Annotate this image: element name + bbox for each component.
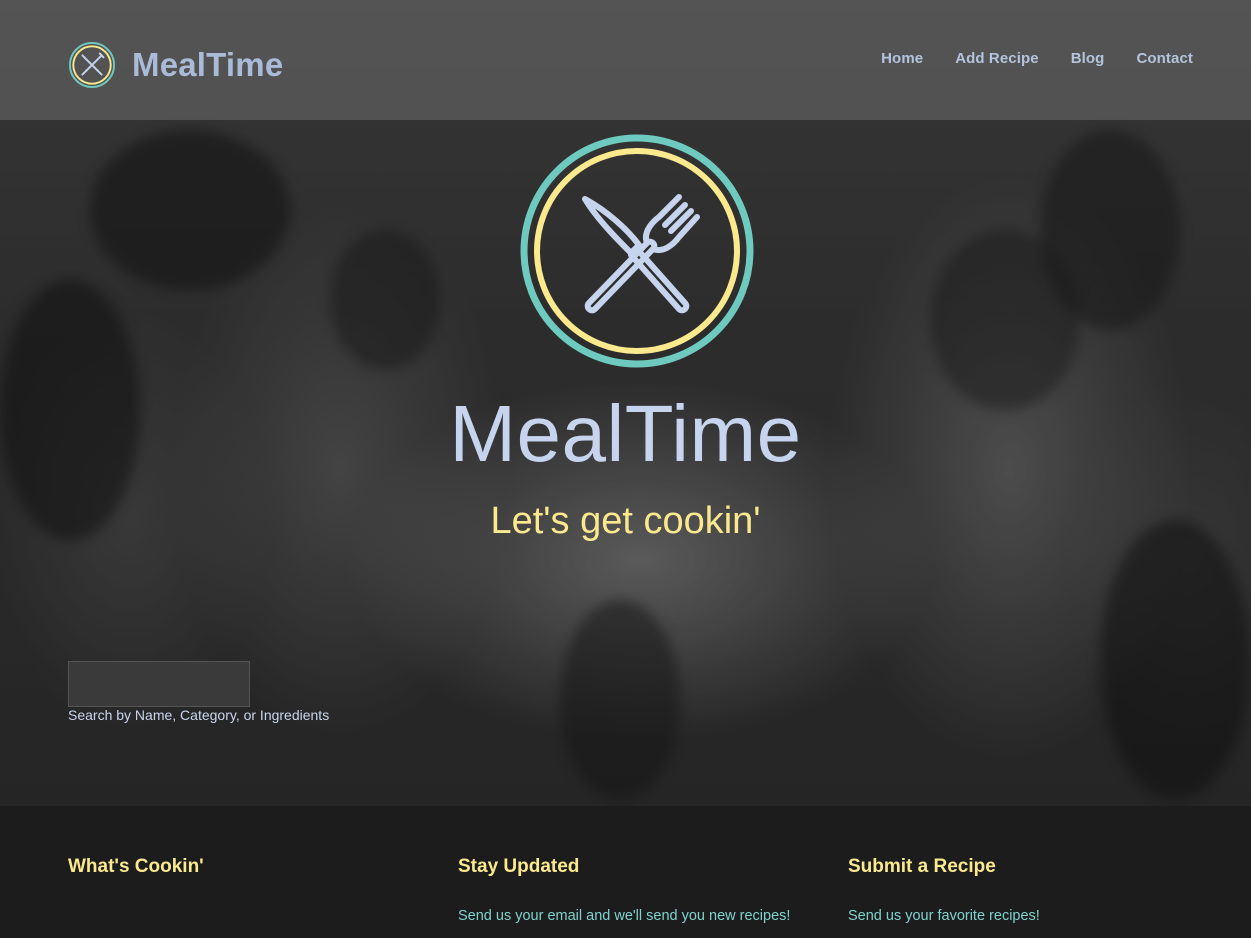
footer-heading: Stay Updated — [458, 856, 580, 877]
footer-column-submit-recipe: Submit a Recipe Send us your favorite re… — [848, 856, 1208, 924]
footer-heading: Submit a Recipe — [848, 856, 996, 877]
footer-column-whats-cookin: What's Cookin' — [68, 856, 428, 908]
crossed-knife-fork-icon — [520, 134, 754, 368]
search-input[interactable] — [68, 661, 250, 707]
footer-text: Send us your favorite recipes! — [848, 908, 1040, 924]
footer-column-stay-updated: Stay Updated Send us your email and we'l… — [458, 856, 818, 924]
top-navbar: MealTime Home Add Recipe Blog Contact — [0, 0, 1251, 120]
footer-heading: What's Cookin' — [68, 856, 204, 877]
main-nav: Home Add Recipe Blog Contact — [881, 50, 1193, 67]
hero-title: MealTime — [449, 389, 802, 478]
logo-icon — [68, 41, 116, 89]
footer-text: Send us your email and we'll send you ne… — [458, 908, 791, 924]
brand-link[interactable]: MealTime — [68, 40, 283, 90]
search-label: Search by Name, Category, or Ingredients — [68, 707, 330, 723]
hero-tagline: Let's get cookin' — [490, 500, 761, 542]
nav-blog-link[interactable]: Blog — [1071, 50, 1105, 67]
footer: What's Cookin' Stay Updated Send us your… — [0, 806, 1251, 938]
nav-home-link[interactable]: Home — [881, 50, 923, 67]
nav-contact-link[interactable]: Contact — [1136, 50, 1193, 67]
brand-name: MealTime — [132, 46, 284, 83]
nav-add-recipe-link[interactable]: Add Recipe — [955, 50, 1039, 67]
